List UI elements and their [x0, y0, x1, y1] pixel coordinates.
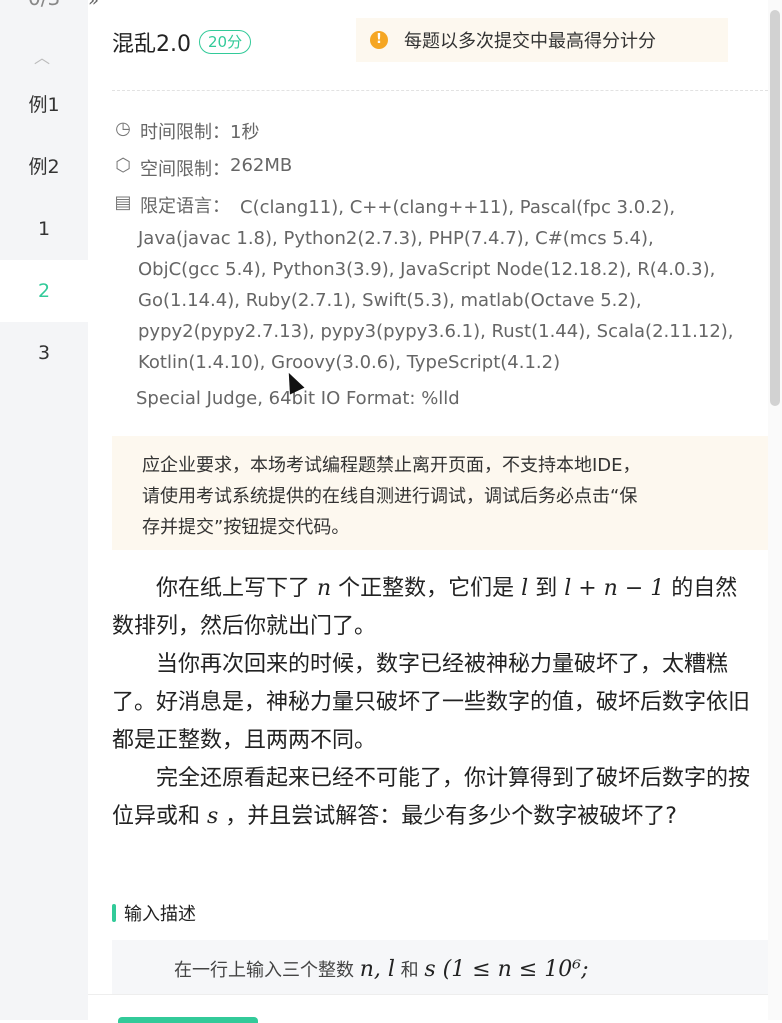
question-sidebar: 0/3 » ︿ 例1 例2 1 2 3 [0, 0, 99, 1020]
sidebar-item-1[interactable]: 1 [0, 198, 88, 260]
space-limit-label: 空间限制： [140, 159, 230, 180]
time-limit: ◷ 时间限制： 1秒 [110, 118, 259, 144]
time-limit-value: 1秒 [230, 122, 260, 143]
problem-panel: 混乱2.0 20分 ! 每题以多次提交中最高得分计分 ◷ 时间限制： 1秒 ⬡ … [88, 0, 768, 1020]
code-icon: ▤ [114, 192, 132, 213]
scrollbar-thumb[interactable] [770, 10, 780, 406]
language-line: Kotlin(1.4.10), Groovy(3.0.6), TypeScrip… [138, 352, 561, 373]
text: 你在纸上写下了 [156, 576, 317, 601]
math-vars: n, l [359, 957, 395, 982]
notice-line: 请使用考试系统提供的在线自测进行调试，调试后务必点击“保 [142, 486, 638, 507]
special-judge-info: Special Judge, 64bit IO Format: %lld [136, 388, 460, 409]
description-paragraph-1: 你在纸上写下了 n 个正整数，它们是 l 到 l + n − 1 的自然数排列，… [112, 570, 752, 646]
text: ，并且尝试解答：最少有多少个数字被破坏了? [218, 804, 677, 829]
submit-button[interactable] [118, 1017, 258, 1023]
bottom-toolbar [88, 994, 782, 1023]
space-limit-value: 262MB [230, 155, 293, 176]
chevron-up-icon[interactable]: ︿ [34, 44, 50, 68]
divider [112, 90, 768, 91]
time-limit-label: 时间限制： [140, 122, 230, 143]
math-n: n [317, 576, 332, 601]
sidebar-item-2[interactable]: 2 [0, 260, 88, 322]
text: 在一行上输入三个整数 [174, 960, 360, 981]
math-constraint: s (1 ≤ n ≤ 10⁶; [424, 957, 589, 982]
score-badge: 20分 [199, 30, 252, 54]
section-marker [112, 904, 116, 922]
cube-icon: ⬡ [115, 155, 131, 176]
description-paragraph-3: 完全还原看起来已经不可能了，你计算得到了破坏后数字的按位异或和 s ，并且尝试解… [112, 760, 752, 836]
title-row: 混乱2.0 20分 [112, 26, 252, 58]
progress-counter: 0/3 [28, 0, 60, 10]
notice-line: 应企业要求，本场考试编程题禁止离开页面，不支持本地IDE， [142, 455, 641, 476]
problem-title: 混乱2.0 [112, 32, 191, 57]
clock-icon: ◷ [115, 118, 131, 139]
math-s: s [207, 804, 219, 829]
language-line: Java(javac 1.8), Python2(2.7.3), PHP(7.4… [138, 228, 654, 249]
sidebar-item-3[interactable]: 3 [0, 322, 88, 384]
text: 个正整数，它们是 [331, 576, 522, 601]
input-section-title: 输入描述 [124, 904, 196, 925]
language-line: ObjC(gcc 5.4), Python3(3.9), JavaScript … [138, 259, 716, 280]
text: 和 [394, 960, 425, 981]
language-line: Go(1.14.4), Ruby(2.7.1), Swift(5.3), mat… [138, 290, 642, 311]
scoring-notice-text: 每题以多次提交中最高得分计分 [404, 31, 656, 52]
language-list: C(clang11), C++(clang++11), Pascal(fpc 3… [138, 192, 778, 378]
scoring-notice: ! 每题以多次提交中最高得分计分 [356, 18, 728, 62]
sidebar-item-example-1[interactable]: 例1 [0, 74, 88, 136]
scrollbar[interactable] [768, 0, 782, 1020]
language-line: C(clang11), C++(clang++11), Pascal(fpc 3… [240, 197, 676, 218]
space-limit: ⬡ 空间限制： 262MB [110, 155, 292, 181]
math-expression: l + n − 1 [564, 576, 665, 601]
input-section-heading: 输入描述 [112, 900, 196, 926]
anti-cheat-notice: 应企业要求，本场考试编程题禁止离开页面，不支持本地IDE， 请使用考试系统提供的… [112, 436, 768, 550]
problem-description: 你在纸上写下了 n 个正整数，它们是 l 到 l + n − 1 的自然数排列，… [112, 570, 752, 836]
text: 到 [528, 576, 565, 601]
description-paragraph-2: 当你再次回来的时候，数字已经被神秘力量破坏了，太糟糕了。好消息是，神秘力量只破坏… [112, 652, 751, 753]
notice-line: 存并提交”按钮提交代码。 [142, 517, 350, 538]
input-description: 在一行上输入三个整数 n, l 和 s (1 ≤ n ≤ 10⁶; [112, 940, 768, 1000]
language-line: pypy2(pypy2.7.13), pypy3(pypy3.6.1), Rus… [138, 321, 734, 342]
warning-icon: ! [370, 31, 388, 49]
sidebar-item-example-2[interactable]: 例2 [0, 136, 88, 198]
